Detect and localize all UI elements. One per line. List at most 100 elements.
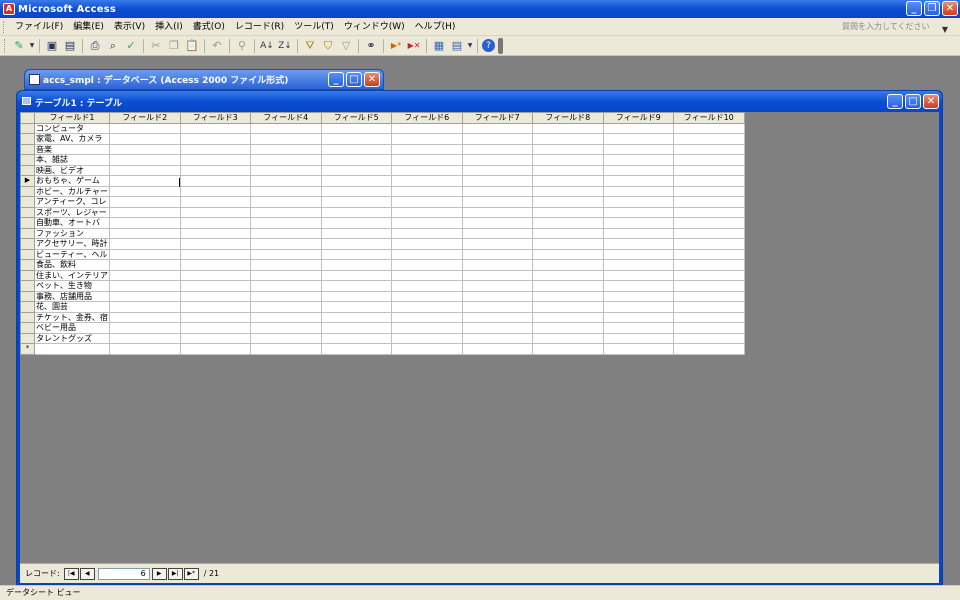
select-all-corner[interactable] bbox=[20, 112, 35, 124]
table-cell[interactable] bbox=[673, 164, 745, 176]
table-cell[interactable]: 花、園芸 bbox=[34, 301, 110, 313]
table-cell[interactable] bbox=[320, 133, 392, 145]
table-cell[interactable] bbox=[461, 259, 533, 271]
table-cell[interactable] bbox=[320, 280, 392, 292]
database-window-icon[interactable]: ▦ bbox=[431, 38, 447, 54]
new-record-row[interactable]: * bbox=[20, 343, 745, 355]
design-view-icon[interactable]: ✎ bbox=[11, 38, 27, 54]
table-cell[interactable] bbox=[320, 301, 392, 313]
table-cell[interactable] bbox=[250, 185, 322, 197]
print-icon[interactable]: ⎙ bbox=[87, 38, 103, 54]
toolbar-grip[interactable] bbox=[4, 38, 7, 53]
table-cell[interactable] bbox=[461, 122, 533, 134]
table-cell[interactable] bbox=[532, 343, 604, 355]
record-selector[interactable] bbox=[20, 185, 35, 197]
help-icon[interactable]: ? bbox=[482, 39, 495, 52]
chevron-down-icon[interactable]: ▼ bbox=[29, 38, 35, 54]
table-cell[interactable] bbox=[673, 133, 745, 145]
record-selector[interactable] bbox=[20, 227, 35, 239]
table-row[interactable]: ▶ おもちゃ、ゲーム bbox=[20, 175, 745, 187]
save-icon[interactable]: ▣ bbox=[44, 38, 60, 54]
menu-file[interactable]: ファイル(F) bbox=[10, 19, 68, 35]
table-cell[interactable] bbox=[250, 217, 322, 229]
table-cell[interactable] bbox=[250, 280, 322, 292]
table-cell[interactable] bbox=[602, 343, 674, 355]
table-cell[interactable] bbox=[532, 143, 604, 155]
table-cell[interactable] bbox=[179, 133, 251, 145]
table-cell[interactable] bbox=[179, 280, 251, 292]
table-cell[interactable] bbox=[461, 311, 533, 323]
new-object-icon[interactable]: ▤ bbox=[449, 38, 465, 54]
table-cell[interactable] bbox=[532, 248, 604, 260]
column-header[interactable]: フィールド8 bbox=[532, 112, 604, 124]
table-cell[interactable] bbox=[391, 322, 463, 334]
table-cell[interactable] bbox=[532, 154, 604, 166]
table-cell[interactable] bbox=[320, 185, 392, 197]
table-cell[interactable]: タレントグッズ bbox=[34, 332, 110, 344]
table-cell[interactable] bbox=[602, 248, 674, 260]
table-cell[interactable] bbox=[179, 227, 251, 239]
table-cell[interactable] bbox=[109, 280, 181, 292]
table-cell[interactable] bbox=[250, 206, 322, 218]
table-cell[interactable]: ホビー、カルチャー bbox=[34, 185, 110, 197]
record-selector[interactable] bbox=[20, 122, 35, 134]
table-cell[interactable]: アンティーク、コレ bbox=[34, 196, 110, 208]
table-cell[interactable] bbox=[461, 301, 533, 313]
table-cell[interactable] bbox=[673, 217, 745, 229]
table-cell[interactable] bbox=[532, 227, 604, 239]
table-cell[interactable] bbox=[109, 322, 181, 334]
table-cell[interactable] bbox=[461, 290, 533, 302]
file-search-icon[interactable]: ▤ bbox=[62, 38, 78, 54]
table-cell[interactable]: アクセサリー、時計 bbox=[34, 238, 110, 250]
table-cell[interactable] bbox=[320, 290, 392, 302]
table-cell[interactable] bbox=[673, 122, 745, 134]
table-cell[interactable] bbox=[673, 196, 745, 208]
record-selector[interactable] bbox=[20, 133, 35, 145]
table-row[interactable]: 事務、店舗用品 bbox=[20, 290, 745, 302]
table-cell[interactable] bbox=[673, 227, 745, 239]
table-cell[interactable] bbox=[179, 164, 251, 176]
menu-records[interactable]: レコード(R) bbox=[230, 19, 289, 35]
table-cell[interactable]: 本、雑誌 bbox=[34, 154, 110, 166]
access-app-icon[interactable]: A bbox=[3, 3, 15, 15]
table-cell[interactable] bbox=[602, 311, 674, 323]
table-cell[interactable] bbox=[320, 322, 392, 334]
table-cell[interactable] bbox=[673, 343, 745, 355]
table-cell[interactable]: 食品、飲料 bbox=[34, 259, 110, 271]
table-cell[interactable] bbox=[391, 343, 463, 355]
table-cell[interactable] bbox=[461, 154, 533, 166]
table-cell[interactable]: 映画、ビデオ bbox=[34, 164, 110, 176]
table-cell[interactable] bbox=[391, 248, 463, 260]
table-cell[interactable] bbox=[673, 185, 745, 197]
table-cell[interactable] bbox=[320, 122, 392, 134]
table-cell[interactable] bbox=[532, 290, 604, 302]
undo-icon[interactable]: ↶ bbox=[209, 38, 225, 54]
table-cell[interactable] bbox=[391, 206, 463, 218]
table-cell[interactable] bbox=[320, 227, 392, 239]
table-cell[interactable] bbox=[602, 269, 674, 281]
table-cell[interactable] bbox=[109, 343, 181, 355]
table-cell[interactable] bbox=[109, 154, 181, 166]
table-row[interactable]: コンピュータ bbox=[20, 122, 745, 134]
toolbar-options-button[interactable] bbox=[498, 37, 503, 54]
table-cell[interactable]: 音楽 bbox=[34, 143, 110, 155]
menu-format[interactable]: 書式(O) bbox=[188, 19, 230, 35]
table-cell[interactable] bbox=[109, 227, 181, 239]
column-header[interactable]: フィールド10 bbox=[673, 112, 745, 124]
table-cell[interactable] bbox=[532, 259, 604, 271]
table-cell[interactable] bbox=[179, 332, 251, 344]
table-cell[interactable] bbox=[179, 154, 251, 166]
table-cell[interactable] bbox=[109, 269, 181, 281]
table-cell[interactable] bbox=[250, 227, 322, 239]
copy-icon[interactable]: ❐ bbox=[166, 38, 182, 54]
column-header[interactable]: フィールド2 bbox=[109, 112, 181, 124]
table-cell[interactable] bbox=[34, 343, 110, 355]
table-cell[interactable] bbox=[391, 332, 463, 344]
table-cell[interactable] bbox=[320, 248, 392, 260]
close-button[interactable]: ✕ bbox=[364, 72, 380, 87]
table-cell[interactable] bbox=[532, 311, 604, 323]
table-cell[interactable] bbox=[250, 196, 322, 208]
table-cell[interactable]: ビューティー、ヘル bbox=[34, 248, 110, 260]
table-cell[interactable] bbox=[673, 269, 745, 281]
sort-desc-icon[interactable]: Z↓ bbox=[277, 38, 293, 54]
